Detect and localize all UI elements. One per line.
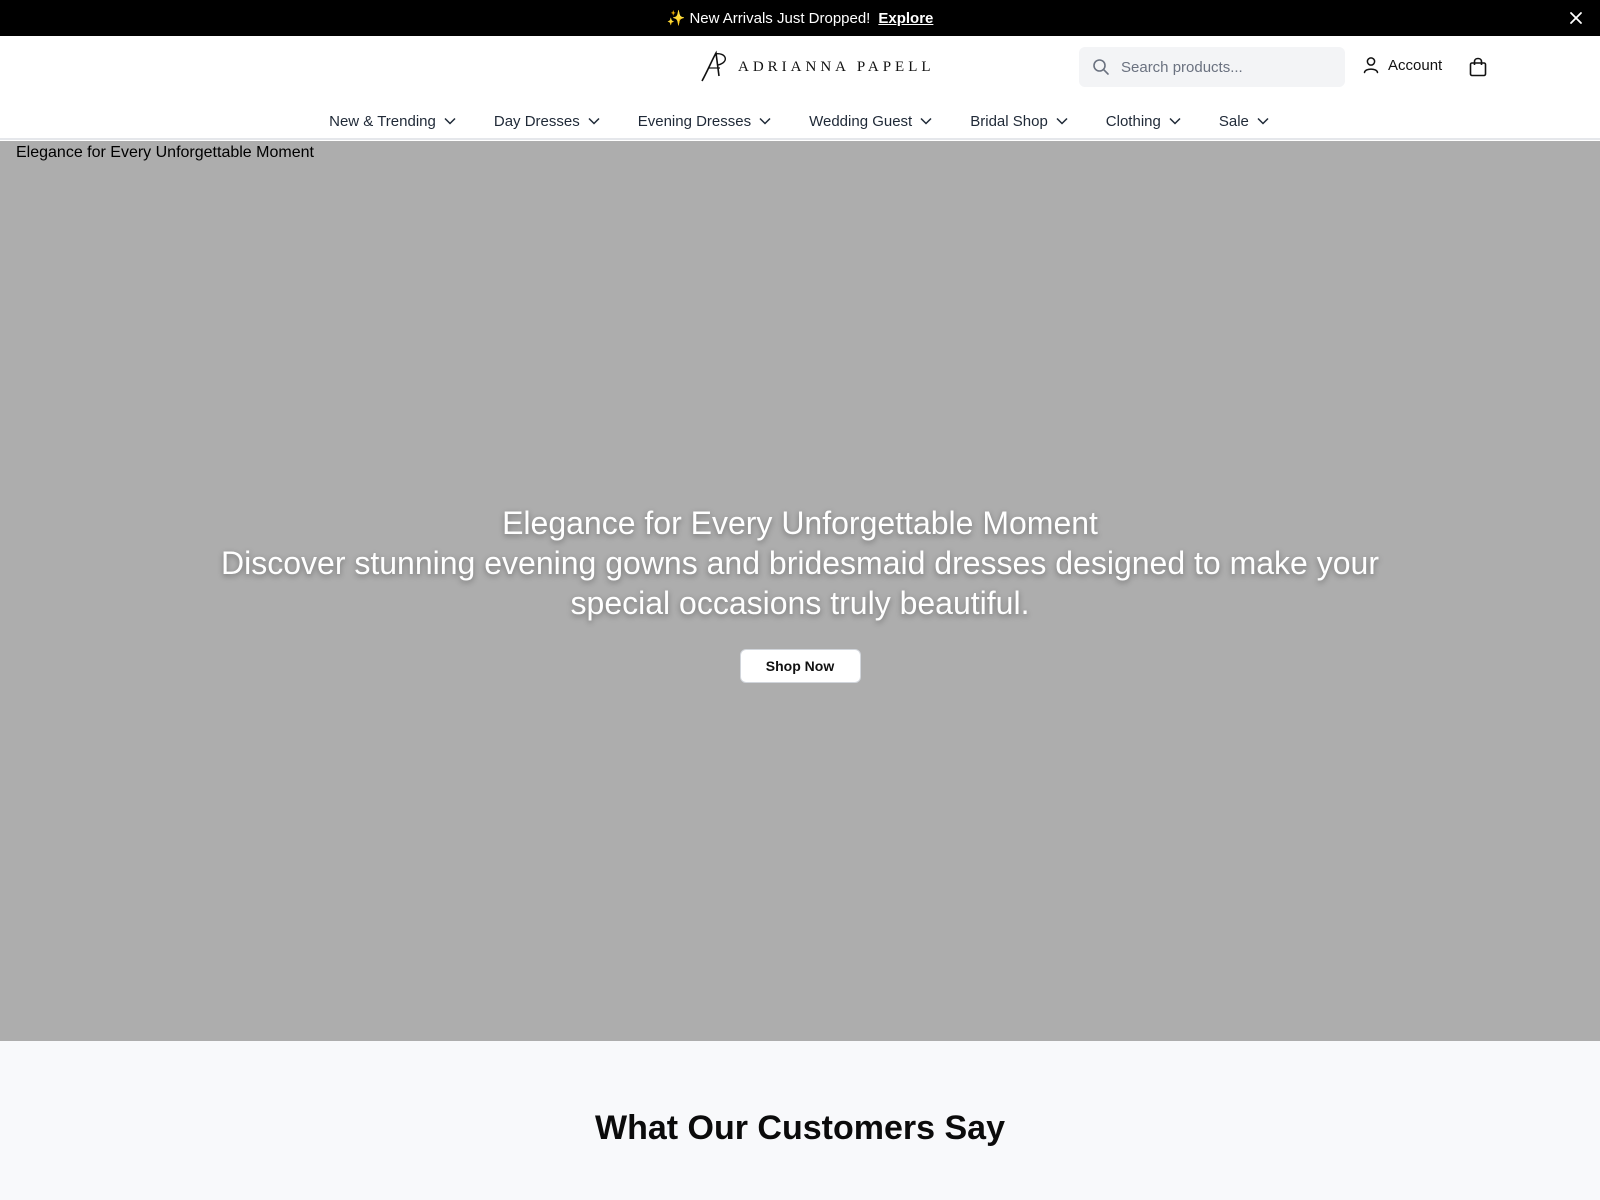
nav-item-evening-dresses[interactable]: Evening Dresses (638, 113, 771, 130)
chevron-down-icon (920, 117, 932, 125)
chevron-down-icon (1257, 117, 1269, 125)
sparkle-icon: ✨ (666, 10, 686, 27)
hero-content: Elegance for Every Unforgettable Moment … (0, 503, 1600, 683)
chevron-down-icon (759, 117, 771, 125)
chevron-down-icon (588, 117, 600, 125)
chevron-down-icon (1056, 117, 1068, 125)
nav-item-label: Bridal Shop (970, 112, 1048, 130)
nav-item-wedding-guest[interactable]: Wedding Guest (809, 113, 932, 130)
nav-item-label: Evening Dresses (637, 112, 752, 130)
hero-banner: Elegance for Every Unforgettable Moment … (0, 141, 1600, 1041)
hero-image-alt-text: Elegance for Every Unforgettable Moment (16, 144, 314, 161)
hero-title: Elegance for Every Unforgettable Moment (502, 505, 1098, 541)
announcement-message: ✨ New Arrivals Just Dropped! (667, 9, 871, 27)
announcement-bar: ✨ New Arrivals Just Dropped! Explore (0, 0, 1600, 36)
nav-item-label: Wedding Guest (809, 112, 913, 130)
user-icon (1363, 57, 1379, 74)
nav-item-label: Clothing (1105, 112, 1161, 130)
nav-item-day-dresses[interactable]: Day Dresses (494, 113, 600, 130)
testimonials-heading: What Our Customers Say (595, 1109, 1005, 1147)
hero-image-placeholder: Elegance for Every Unforgettable Moment (0, 144, 314, 162)
main-navigation: New & Trending Day Dresses Evening Dress… (0, 106, 1600, 136)
nav-item-clothing[interactable]: Clothing (1106, 113, 1181, 130)
testimonials-section: What Our Customers Say (0, 1041, 1600, 1200)
nav-item-sale[interactable]: Sale (1219, 113, 1269, 130)
account-label: Account (1388, 56, 1443, 74)
hero-subtitle: Discover stunning evening gowns and brid… (221, 545, 1379, 621)
shop-now-button[interactable]: Shop Now (739, 649, 861, 683)
chevron-down-icon (444, 117, 456, 125)
broken-image-icon (0, 145, 16, 161)
announcement-text: New Arrivals Just Dropped! (689, 10, 871, 27)
site-header: ADRIANNA PAPELL Account New & Trending D… (0, 36, 1600, 140)
nav-item-label: Sale (1218, 112, 1249, 130)
search-icon (1093, 59, 1109, 75)
brand-logo[interactable]: ADRIANNA PAPELL (698, 50, 935, 84)
close-icon[interactable] (1566, 8, 1586, 28)
shopping-bag-icon[interactable] (1467, 56, 1489, 78)
logo-monogram-icon (701, 50, 726, 82)
nav-item-new-trending[interactable]: New & Trending (329, 113, 456, 130)
nav-item-label: New & Trending (329, 112, 436, 130)
account-link[interactable]: Account (1362, 56, 1442, 74)
announcement-explore-link[interactable]: Explore (878, 10, 933, 27)
chevron-down-icon (1169, 117, 1181, 125)
logo-wordmark: ADRIANNA PAPELL (738, 58, 935, 75)
nav-item-bridal-shop[interactable]: Bridal Shop (970, 113, 1068, 130)
search-input[interactable] (1119, 57, 1329, 77)
search-box[interactable] (1079, 47, 1345, 87)
nav-item-label: Day Dresses (493, 112, 580, 130)
